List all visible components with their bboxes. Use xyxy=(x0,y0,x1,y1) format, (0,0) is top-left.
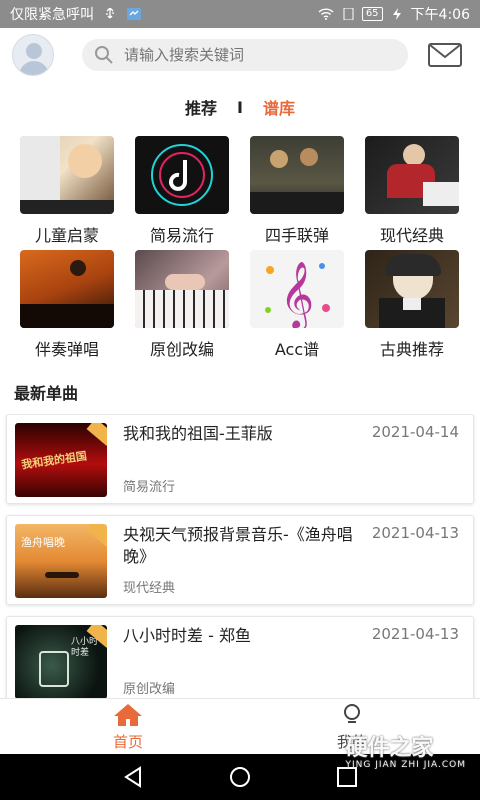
category-thumb-duet xyxy=(250,136,344,214)
status-bar: 仅限紧急呼叫 65 下午4:06 xyxy=(0,0,480,28)
tab-separator: I xyxy=(237,97,243,117)
watermark: 硬件之家 YING JIAN ZHI JIA.COM xyxy=(345,730,466,770)
song-category: 现代经典 xyxy=(123,581,176,596)
category-grid: 儿童启蒙 简易流行 四手联弹 现代经典 伴奏弹唱 原创改编 𝄞 Acc谱 古典推… xyxy=(0,132,480,370)
search-icon xyxy=(95,46,113,64)
category-original[interactable]: 原创改编 xyxy=(135,250,229,360)
category-pop[interactable]: 简易流行 xyxy=(135,136,229,246)
battery-indicator: 65 xyxy=(361,7,383,21)
carrier-text: 仅限紧急呼叫 xyxy=(10,7,94,23)
search-bar[interactable] xyxy=(82,39,408,71)
latest-section-title: 最新单曲 xyxy=(0,370,480,414)
tab-library[interactable]: 谱库 xyxy=(263,95,295,119)
category-label: 儿童启蒙 xyxy=(34,226,99,245)
watermark-sub: YING JIAN ZHI JIA.COM xyxy=(345,760,466,770)
tab-recommend[interactable]: 推荐 xyxy=(185,95,217,119)
category-label: 简易流行 xyxy=(149,226,214,245)
song-card[interactable]: 八小时时差 八小时时差 - 郑鱼 2021-04-13 原创改编 xyxy=(6,616,474,698)
category-thumb-pop xyxy=(135,136,229,214)
category-label: 伴奏弹唱 xyxy=(34,340,99,359)
charging-icon xyxy=(392,8,401,20)
nav-home[interactable]: 首页 xyxy=(78,703,178,752)
mail-icon[interactable] xyxy=(428,43,462,67)
back-icon[interactable] xyxy=(122,766,144,788)
song-cover-title: 我和我的祖国 xyxy=(20,449,88,472)
notification-app-icon xyxy=(127,8,141,20)
song-card[interactable]: 我和我的祖国 我和我的祖国-王菲版 2021-04-14 简易流行 xyxy=(6,414,474,504)
song-title: 我和我的祖国-王菲版 xyxy=(123,424,273,443)
category-thumb-original xyxy=(135,250,229,328)
home-icon xyxy=(114,704,142,726)
song-card[interactable]: 渔舟唱晚 央视天气预报背景音乐-《渔舟唱晚》 2021-04-13 现代经典 xyxy=(6,515,474,605)
category-accompany[interactable]: 伴奏弹唱 xyxy=(20,250,114,360)
home-circle-icon[interactable] xyxy=(228,766,252,788)
category-classical[interactable]: 古典推荐 xyxy=(365,250,459,360)
song-cover: 渔舟唱晚 xyxy=(15,524,107,598)
app-header xyxy=(0,28,480,82)
category-acc[interactable]: 𝄞 Acc谱 xyxy=(250,250,344,360)
song-cover: 八小时时差 xyxy=(15,625,107,698)
usb-icon xyxy=(106,8,114,19)
svg-text:𝄞: 𝄞 xyxy=(280,260,314,328)
category-thumb-accompany xyxy=(20,250,114,328)
watermark-main: 硬件之家 xyxy=(345,736,434,761)
category-label: Acc谱 xyxy=(274,340,320,359)
category-label: 四手联弹 xyxy=(264,226,329,245)
recents-icon[interactable] xyxy=(336,767,358,787)
song-date: 2021-04-13 xyxy=(371,524,459,542)
song-list: 我和我的祖国 我和我的祖国-王菲版 2021-04-14 简易流行 渔舟唱晚 央… xyxy=(0,414,480,698)
wifi-icon xyxy=(318,8,334,20)
category-thumb-acc: 𝄞 xyxy=(250,250,344,328)
tab-bar: 推荐 I 谱库 xyxy=(0,82,480,132)
song-category: 原创改编 xyxy=(123,682,176,697)
song-title: 八小时时差 - 郑鱼 xyxy=(123,626,251,645)
category-thumb-modern xyxy=(365,136,459,214)
nav-home-label: 首页 xyxy=(112,733,143,751)
category-label: 现代经典 xyxy=(379,226,444,245)
song-category: 简易流行 xyxy=(123,480,176,495)
profile-icon xyxy=(344,704,360,723)
search-input[interactable] xyxy=(124,46,394,64)
category-label: 古典推荐 xyxy=(379,340,444,359)
category-kids[interactable]: 儿童启蒙 xyxy=(20,136,114,246)
category-thumb-kids xyxy=(20,136,114,214)
sim-icon xyxy=(343,8,354,20)
song-cover-title: 渔舟唱晚 xyxy=(21,536,65,549)
song-date: 2021-04-13 xyxy=(371,625,459,643)
status-time: 下午4:06 xyxy=(410,7,470,23)
category-thumb-classical xyxy=(365,250,459,328)
category-label: 原创改编 xyxy=(149,340,214,359)
song-title: 央视天气预报背景音乐-《渔舟唱晚》 xyxy=(123,525,353,566)
song-date: 2021-04-14 xyxy=(371,423,459,441)
treble-clef-icon: 𝄞 xyxy=(265,260,330,328)
avatar[interactable] xyxy=(12,34,54,76)
category-duet[interactable]: 四手联弹 xyxy=(250,136,344,246)
category-modern[interactable]: 现代经典 xyxy=(365,136,459,246)
song-cover: 我和我的祖国 xyxy=(15,423,107,497)
